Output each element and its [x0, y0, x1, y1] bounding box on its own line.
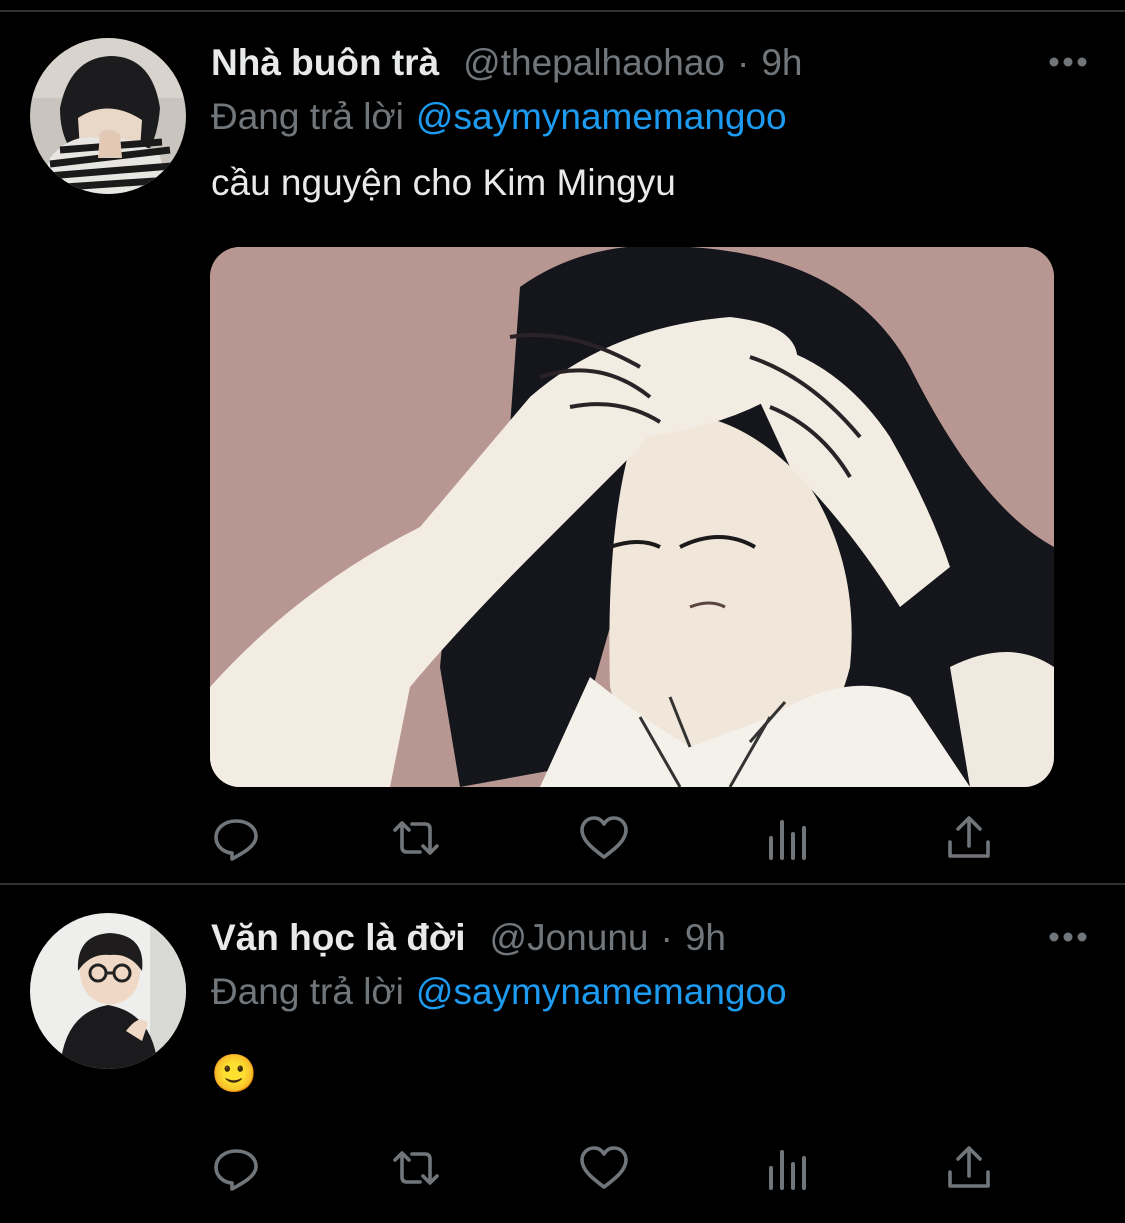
replying-to-label: Đang trả lời — [211, 971, 404, 1012]
display-name[interactable]: Nhà buôn trà — [211, 42, 439, 84]
analytics-icon — [769, 820, 806, 860]
tweet-header: Nhà buôn trà @thepalhaohao · 9h — [211, 42, 803, 86]
separator-dot: · — [660, 917, 673, 958]
analytics-button[interactable] — [763, 1142, 815, 1194]
like-icon — [580, 1146, 628, 1189]
avatar[interactable] — [30, 913, 186, 1069]
user-handle[interactable]: @Jonunu — [490, 917, 649, 959]
tweet-actions — [210, 812, 1000, 864]
tweet[interactable]: Văn học là đời @Jonunu · 9h Đang trả lời… — [0, 887, 1125, 1223]
tweet[interactable]: Nhà buôn trà @thepalhaohao · 9h Đang trả… — [0, 12, 1125, 885]
replying-to: Đang trả lời @saymynamemangoo — [211, 971, 787, 1013]
retweet-icon — [393, 1151, 439, 1185]
retweet-button[interactable] — [390, 812, 442, 864]
tweet-text: cầu nguyện cho Kim Mingyu — [211, 162, 676, 203]
reply-mention-link[interactable]: @saymynamemangoo — [416, 971, 787, 1012]
reply-icon — [214, 1149, 258, 1191]
reply-button[interactable] — [210, 812, 262, 864]
timestamp[interactable]: 9h — [685, 917, 726, 959]
display-name[interactable]: Văn học là đời — [211, 917, 466, 959]
user-handle[interactable]: @thepalhaohao — [463, 42, 725, 84]
media-illustration — [210, 247, 1054, 787]
separator-dot: · — [737, 42, 750, 83]
avatar[interactable] — [30, 38, 186, 194]
replying-to-label: Đang trả lời — [211, 96, 404, 137]
analytics-icon — [769, 1150, 806, 1190]
tweet-header: Văn học là đời @Jonunu · 9h — [211, 917, 726, 961]
reply-icon — [214, 819, 258, 861]
reply-button[interactable] — [210, 1142, 262, 1194]
analytics-button[interactable] — [763, 812, 815, 864]
replying-to: Đang trả lời @saymynamemangoo — [211, 96, 787, 138]
like-button[interactable] — [578, 1142, 630, 1194]
tweet-actions — [210, 1142, 1000, 1194]
timestamp[interactable]: 9h — [761, 42, 802, 84]
share-button[interactable] — [943, 812, 995, 864]
tweet-text: 🙂 — [211, 1053, 258, 1094]
top-divider — [0, 0, 1125, 12]
retweet-button[interactable] — [390, 1142, 442, 1194]
more-options-icon[interactable] — [1049, 56, 1087, 68]
share-icon — [948, 816, 990, 858]
more-options-icon[interactable] — [1049, 931, 1087, 943]
retweet-icon — [393, 821, 439, 855]
share-icon — [948, 1146, 990, 1188]
reply-mention-link[interactable]: @saymynamemangoo — [416, 96, 787, 137]
share-button[interactable] — [943, 1142, 995, 1194]
like-button[interactable] — [578, 812, 630, 864]
like-icon — [580, 816, 628, 859]
tweet-media-image[interactable] — [210, 247, 1054, 787]
